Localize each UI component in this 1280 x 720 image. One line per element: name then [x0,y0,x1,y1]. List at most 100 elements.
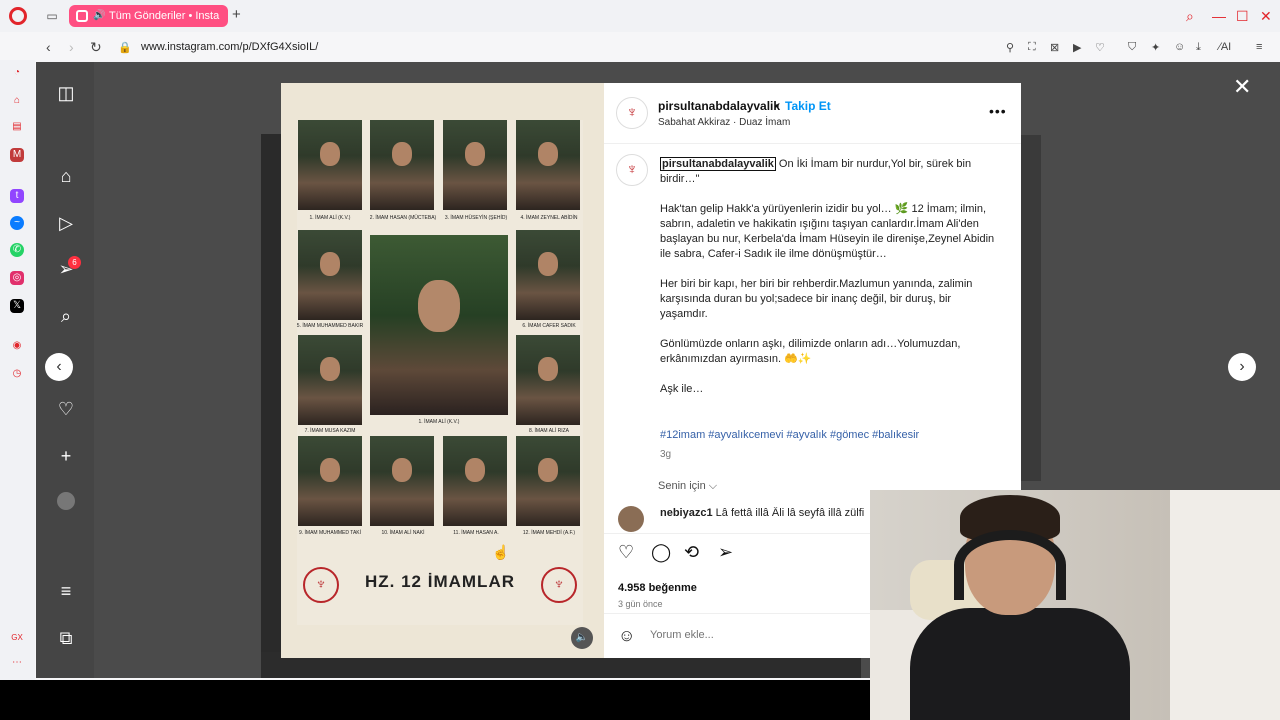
profile-avatar[interactable] [57,492,75,510]
emoji-icon[interactable]: ☺ [618,626,635,646]
profile-icon[interactable]: ☺ [1174,41,1185,53]
tab-title: Tüm Gönderiler • Insta [109,10,220,22]
back-icon[interactable]: ‹ [46,39,51,55]
caption-paragraph-3: Gönlümüzde onların aşkı, dilimizde onlar… [660,338,961,365]
caption-paragraph-2: Her biri bir kapı, her biri bir rehberdi… [660,278,973,320]
background-feed-right [1021,135,1041,481]
caption-10: 10. İMAM ALİ NAKİ [381,530,425,536]
comment-username[interactable]: nebiyazc1 [660,507,713,519]
instagram-favicon-icon [76,10,88,22]
for-you-dropdown[interactable]: Senin için ⌵ [658,480,717,493]
messenger-icon[interactable]: ~ [10,216,24,230]
caption-3: 3. İMAM HÜSEYİN (ŞEHİD) [444,215,508,221]
poster: 1. İMAM ALİ (K.V.) 2. İMAM HASAN (MÜCTEB… [297,120,583,625]
like-heart-icon[interactable]: ♡ [618,542,634,563]
seal-right-logo: ♆ [541,567,577,603]
instagram-logo-icon[interactable]: ◫ [55,82,77,104]
opera-menu-icon[interactable] [9,7,27,25]
instagram-icon[interactable]: ◎ [10,271,24,285]
hashtags[interactable]: #12imam #ayvalıkcemevi #ayvalık #gömec #… [660,429,919,441]
tab-islands-icon[interactable]: ▭ [45,9,59,23]
address-bar: ‹ › ↻ 🔒 www.instagram.com/p/DXfG4XsioIL/… [36,32,1280,62]
webcam-person-body [910,608,1130,720]
webcam-wall [1170,490,1280,720]
shield-icon[interactable]: ⛉ [1128,41,1136,54]
snapshot-icon[interactable]: ⛶ [1028,41,1036,54]
search-icon[interactable]: ⌕ [55,305,77,327]
aria-icon[interactable]: ◔ [10,66,24,80]
post-media[interactable]: 1. İMAM ALİ (K.V.) 2. İMAM HASAN (MÜCTEB… [281,83,604,658]
ai-button[interactable]: ⁄AI [1219,41,1231,53]
caption-username[interactable]: pirsultanabdalayvalik [660,157,776,171]
portrait-9 [298,436,362,526]
history-icon[interactable]: ◷ [10,367,24,381]
caption-paragraph-1: Hak'tan gelip Hakk'a yürüyenlerin izidir… [660,203,995,260]
also-from-meta-icon[interactable]: ⧉ [55,627,77,649]
notifications-heart-icon[interactable]: ♡ [55,398,77,420]
portrait-1 [298,120,362,210]
reload-icon[interactable]: ↻ [90,39,102,56]
more-menu-icon[interactable]: ≡ [55,580,77,602]
twitch-icon[interactable]: t [10,189,24,203]
extensions-icon[interactable]: ✦ [1151,41,1160,54]
comment-input[interactable] [650,629,850,641]
adblock-icon[interactable]: ⊠ [1050,41,1059,54]
webcam-overlay [870,490,1280,720]
follow-button[interactable]: Takip Et [785,99,831,113]
heart-icon[interactable]: ♡ [1095,41,1105,54]
portrait-center [370,235,508,415]
author-avatar[interactable] [616,97,648,129]
player-icon[interactable]: ◉ [10,339,24,353]
caption-11: 11. İMAM HASAN A. [453,530,499,536]
minimize-button[interactable]: — [1212,8,1226,24]
opera-sidebar: ◔ ⌂ ▤ M t ~ ✆ ◎ 𝕏 ◉ ◷ GX ⋯ [0,60,35,680]
ai-label: AI [1220,41,1232,53]
author-username[interactable]: pirsultanabdalayvalik [658,99,780,113]
mute-toggle-icon[interactable]: 🔈 [571,627,593,649]
whatsapp-icon[interactable]: ✆ [10,243,24,257]
portrait-10 [370,436,434,526]
share-icon[interactable]: ➢ [718,542,733,563]
more-options-icon[interactable]: ••• [989,103,1007,119]
search-icon[interactable]: ⌕ [1186,8,1194,25]
post-time: 3 gün önce [618,599,663,609]
commenter-avatar[interactable] [618,506,644,532]
gx-icon[interactable]: GX [10,631,24,645]
reels-icon[interactable]: ▷ [55,212,77,234]
create-icon[interactable]: + [55,445,77,467]
repost-icon[interactable]: ⟲ [684,542,699,563]
url-field[interactable]: www.instagram.com/p/DXfG4XsioIL/ [141,41,318,53]
home-icon[interactable]: ⌂ [55,165,77,187]
post-header: pirsultanabdalayvalik • Takip Et Sabahat… [604,83,1021,144]
likes-count[interactable]: 4.958 beğenme [618,582,697,594]
download-icon[interactable]: ⤓ [1196,41,1201,54]
lock-icon[interactable]: 🔒 [118,41,132,54]
caption-avatar[interactable] [616,154,648,186]
caption-center: 1. İMAM ALİ (K.V.) [418,419,460,425]
audio-subtitle[interactable]: Sabahat Akkiraz · Duaz İmam [658,117,790,128]
pin-icon[interactable]: ⚲ [1006,41,1014,54]
separator-dot: • [775,99,780,113]
play-icon[interactable]: ▶ [1073,41,1081,54]
gmail-icon[interactable]: M [10,148,24,162]
forward-icon[interactable]: › [69,39,74,55]
workspace-icon[interactable]: ⌂ [10,94,24,108]
new-tab-button[interactable]: + [232,6,241,23]
prev-post-button[interactable]: ‹ [45,353,73,381]
caption-age: 3g [660,449,672,460]
comment-text: Lâ fettâ illâ Âli lâ seyfâ illâ zülfi [715,507,865,519]
tab-stack-icon[interactable]: ▤ [10,120,24,134]
close-window-button[interactable]: ✕ [1260,8,1272,25]
portrait-8 [516,335,580,425]
x-icon[interactable]: 𝕏 [10,299,24,313]
speaker-icon[interactable]: 🔊 [93,5,105,27]
sidebar-more-icon[interactable]: ⋯ [10,656,24,670]
maximize-button[interactable]: ☐ [1236,8,1249,25]
comment-icon[interactable]: ◯ [651,542,671,563]
menu-icon[interactable]: ≡ [1256,41,1262,53]
tab-instagram[interactable]: 🔊 Tüm Gönderiler • Insta [69,5,228,27]
portrait-3 [443,120,507,210]
next-post-button[interactable]: › [1228,353,1256,381]
caption-1: 1. İMAM ALİ (K.V.) [309,215,351,221]
close-modal-button[interactable]: ✕ [1233,74,1251,100]
